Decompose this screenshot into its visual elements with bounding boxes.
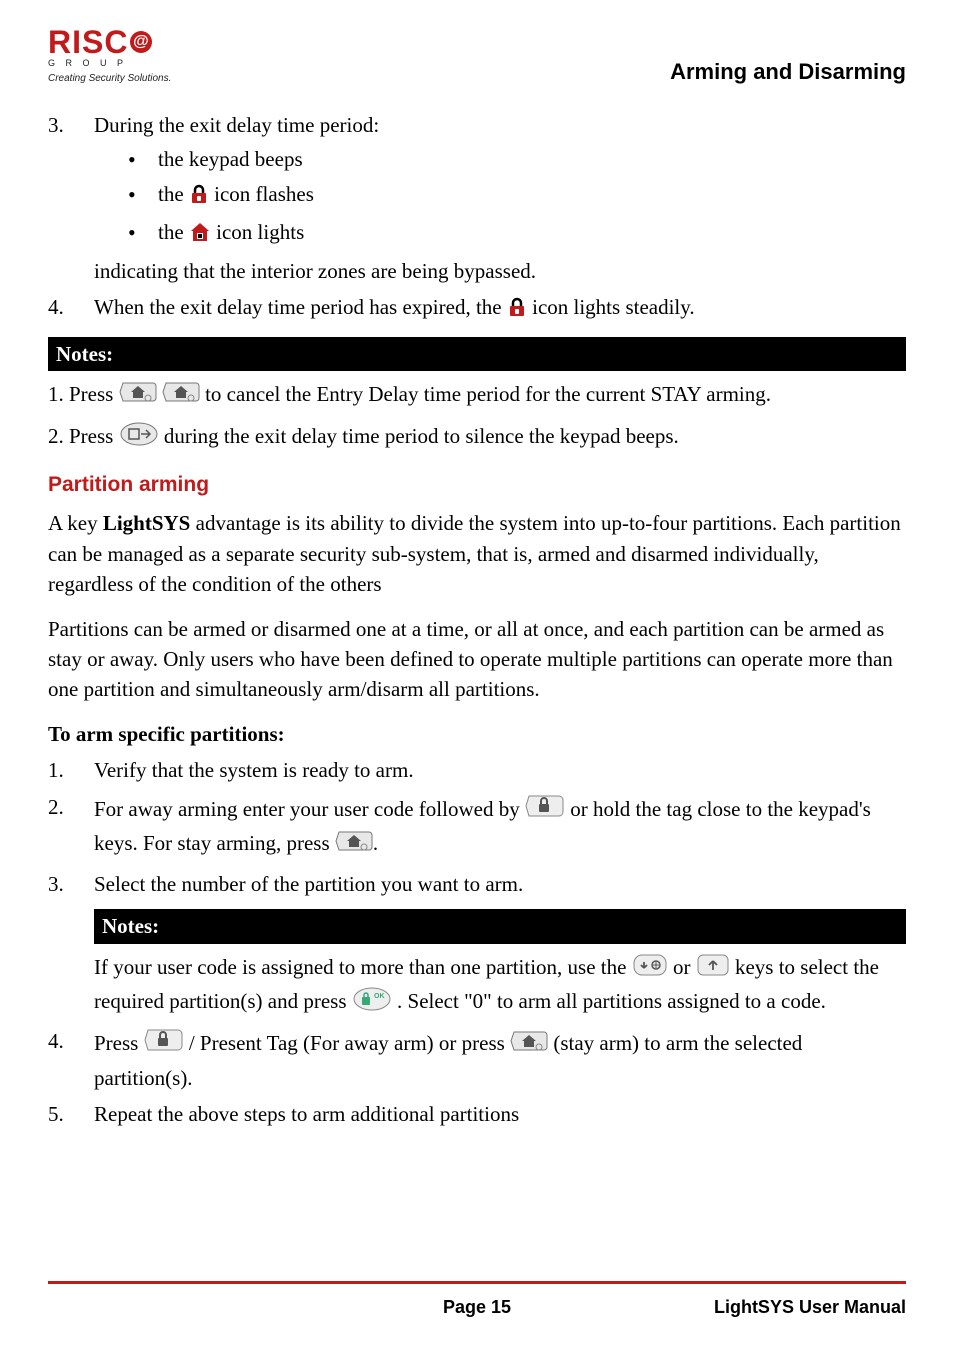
- text: A key: [48, 511, 103, 535]
- house-lock-icon: [189, 221, 211, 251]
- list-number: 3.: [48, 869, 94, 899]
- procedure-list-continued: 3. During the exit delay time period: th…: [48, 110, 906, 327]
- note-text: 2. Press: [48, 424, 119, 448]
- list-text: the: [158, 182, 189, 206]
- list-item: the keypad beeps: [128, 144, 906, 174]
- logo-swirl-icon: @: [130, 31, 152, 53]
- note-line: 1. Press to cancel the Entry Delay time …: [48, 379, 906, 413]
- list-text: Select the number of the partition you w…: [94, 872, 523, 896]
- paragraph: Partitions can be armed or disarmed one …: [48, 614, 906, 705]
- stay-key-icon: [335, 828, 373, 862]
- list-text: .: [373, 831, 378, 855]
- list-number: 2.: [48, 792, 94, 863]
- list-number: 4.: [48, 292, 94, 326]
- notes-heading: Notes:: [48, 337, 906, 371]
- logo-tagline: Creating Security Solutions.: [48, 72, 178, 87]
- procedure-list-continued2: 4. Press / Present Tag (For away arm) or…: [48, 1026, 906, 1129]
- note-text: . Select "0" to arm all partitions assig…: [397, 989, 826, 1013]
- manual-title: LightSYS User Manual: [620, 1294, 906, 1320]
- note-line: 2. Press during the exit delay time peri…: [48, 421, 906, 455]
- away-arm-key-icon: [144, 1026, 184, 1062]
- paragraph: A key LightSYS advantage is its ability …: [48, 508, 906, 599]
- exit-key-icon: [119, 421, 159, 455]
- list-text: icon flashes: [214, 182, 314, 206]
- list-item: 2. For away arming enter your user code …: [48, 792, 906, 863]
- stay-key-icon: [119, 379, 157, 413]
- list-item: the icon lights: [128, 217, 906, 251]
- list-text: When the exit delay time period has expi…: [94, 295, 507, 319]
- logo-subtext: G R O U P: [48, 57, 178, 70]
- brand-logo: RISC@ G R O U P Creating Security Soluti…: [48, 28, 178, 86]
- list-item: 1. Verify that the system is ready to ar…: [48, 755, 906, 785]
- list-text: Verify that the system is ready to arm.: [94, 758, 414, 782]
- note-text: 1. Press: [48, 382, 119, 406]
- section-heading: Partition arming: [48, 470, 906, 500]
- down-scroll-key-icon: [632, 952, 668, 986]
- product-name: LightSYS: [103, 511, 191, 535]
- sub-bullet-list: the keypad beeps the icon flashes the: [128, 144, 906, 251]
- lock-closed-icon: [507, 296, 527, 326]
- list-number: 4.: [48, 1026, 94, 1093]
- list-text: Press: [94, 1031, 144, 1055]
- list-text: the: [158, 220, 189, 244]
- page-header: RISC@ G R O U P Creating Security Soluti…: [48, 28, 906, 88]
- list-item: 4. Press / Present Tag (For away arm) or…: [48, 1026, 906, 1093]
- list-item: 3. During the exit delay time period: th…: [48, 110, 906, 286]
- logo-wordmark: RISC@: [48, 28, 178, 57]
- procedure-list: 1. Verify that the system is ready to ar…: [48, 755, 906, 899]
- lock-closed-icon: [189, 183, 209, 213]
- stay-key-icon: [510, 1028, 548, 1062]
- footer-rule: [48, 1281, 906, 1284]
- list-item: 5. Repeat the above steps to arm additio…: [48, 1099, 906, 1129]
- page-number: Page 15: [334, 1294, 620, 1320]
- stay-key-icon: [162, 379, 200, 413]
- note-text: during the exit delay time period to sil…: [164, 424, 679, 448]
- ok-lock-key-icon: OK: [352, 986, 392, 1020]
- note-paragraph: If your user code is assigned to more th…: [94, 952, 906, 1021]
- page-footer: Page 15 LightSYS User Manual: [48, 1281, 906, 1320]
- list-number: 3.: [48, 110, 94, 286]
- notes-heading: Notes:: [94, 909, 906, 943]
- note-text: If your user code is assigned to more th…: [94, 955, 632, 979]
- list-item: the icon flashes: [128, 179, 906, 213]
- list-item: 3. Select the number of the partition yo…: [48, 869, 906, 899]
- list-text: Repeat the above steps to arm additional…: [94, 1102, 519, 1126]
- list-text: During the exit delay time period:: [94, 113, 379, 137]
- list-text: icon lights steadily.: [532, 295, 695, 319]
- list-text: indicating that the interior zones are b…: [94, 256, 906, 286]
- up-scroll-key-icon: [696, 952, 730, 986]
- list-text: the keypad beeps: [158, 147, 303, 171]
- procedure-heading: To arm specific partitions:: [48, 719, 906, 749]
- svg-text:OK: OK: [374, 993, 385, 1000]
- note-text: or: [673, 955, 696, 979]
- list-text: / Present Tag (For away arm) or press: [189, 1031, 510, 1055]
- page-title: Arming and Disarming: [670, 56, 906, 88]
- note-text: to cancel the Entry Delay time period fo…: [205, 382, 771, 406]
- away-arm-key-icon: [525, 792, 565, 828]
- list-number: 1.: [48, 755, 94, 785]
- list-text: For away arming enter your user code fol…: [94, 797, 525, 821]
- logo-text: RISC: [48, 28, 128, 57]
- list-text: icon lights: [216, 220, 304, 244]
- list-item: 4. When the exit delay time period has e…: [48, 292, 906, 326]
- list-number: 5.: [48, 1099, 94, 1129]
